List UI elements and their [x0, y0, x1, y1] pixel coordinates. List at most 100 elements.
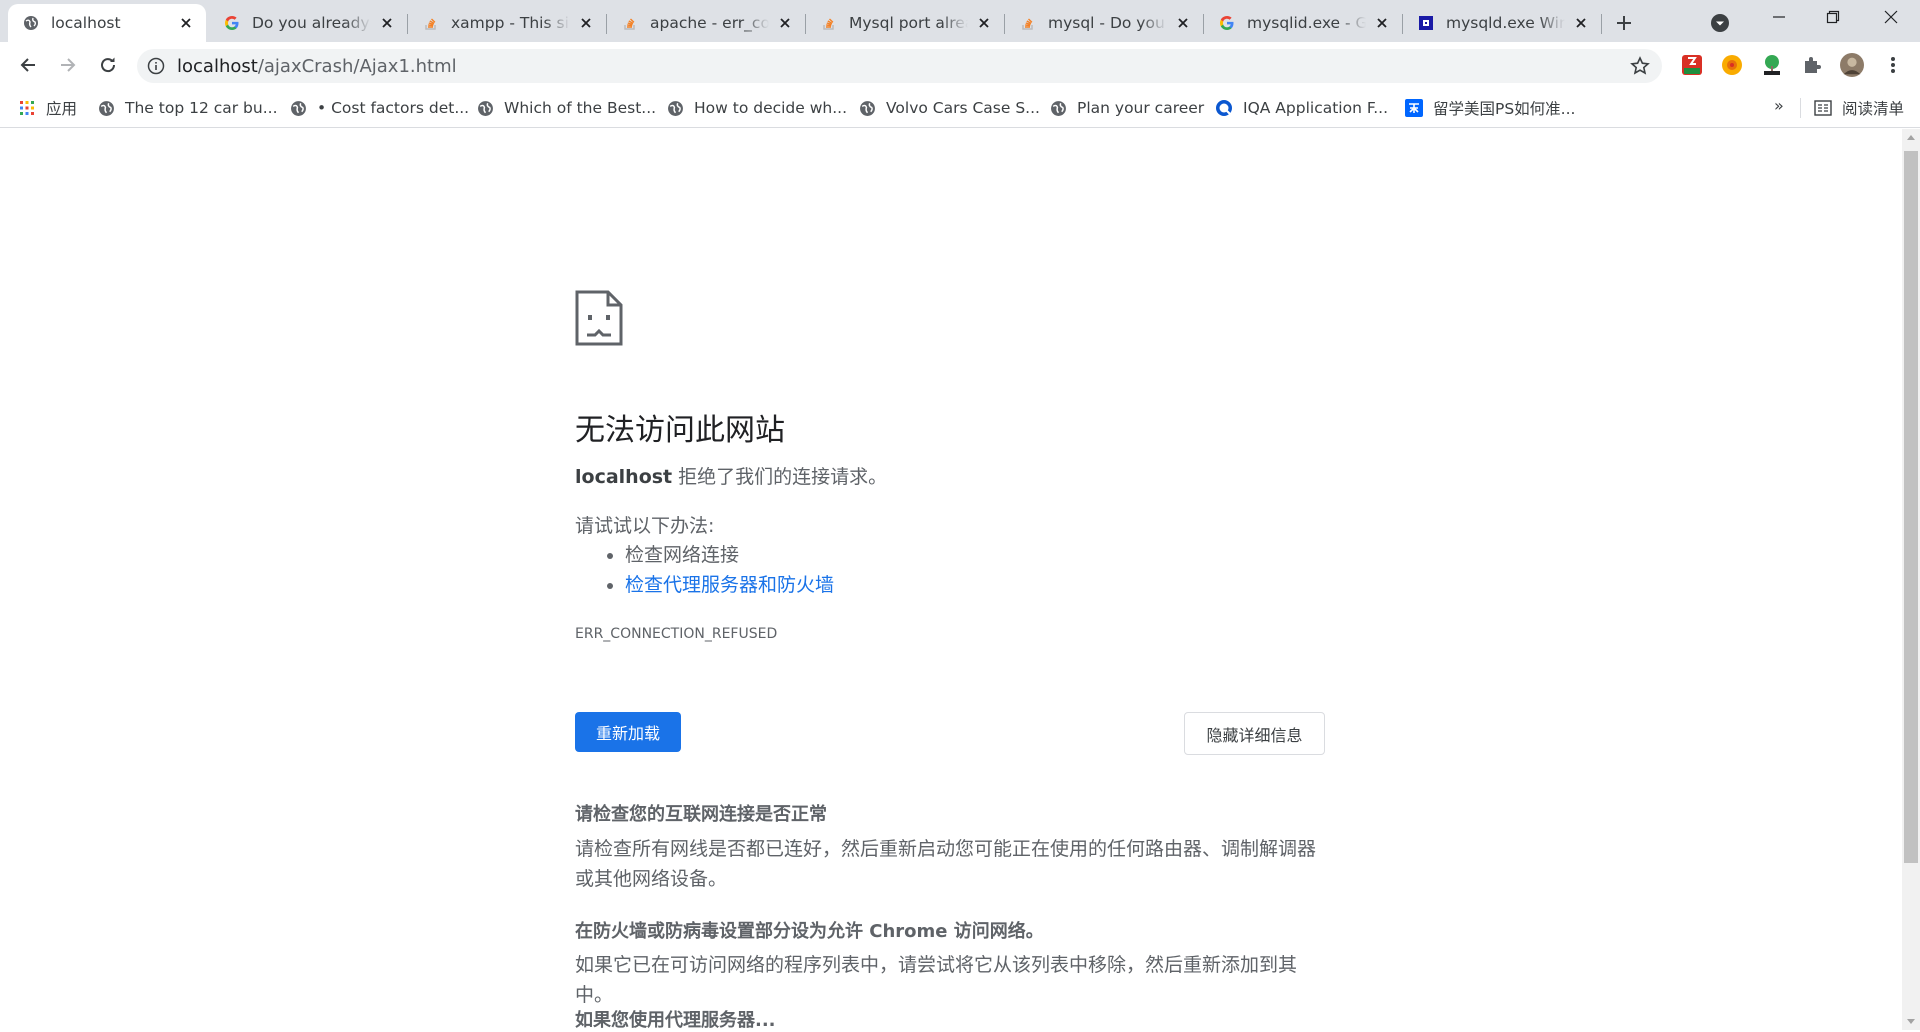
bookmark-item[interactable]: How to decide wh...: [666, 96, 847, 120]
reload-button[interactable]: [92, 49, 124, 81]
tab-mysql-port[interactable]: Mysql port already: [806, 4, 1004, 42]
new-tab-button[interactable]: [1610, 9, 1638, 37]
globe-icon: [97, 99, 115, 117]
bookmark-item[interactable]: • Cost factors det...: [289, 96, 469, 120]
bookmarks-bar: 应用 The top 12 car bu... • Cost factors d…: [0, 88, 1920, 128]
star-icon[interactable]: [1630, 56, 1650, 76]
close-icon[interactable]: [176, 13, 196, 33]
globe-icon: [1049, 99, 1067, 117]
globe-icon: [666, 99, 684, 117]
suggestion-check-proxy-link[interactable]: 检查代理服务器和防火墙: [625, 570, 834, 600]
tab-title: Mysql port already: [849, 14, 968, 32]
bookmark-item[interactable]: IQA Application F...: [1215, 96, 1388, 120]
bookmark-item[interactable]: Plan your career: [1049, 96, 1204, 120]
suggestions-heading: 请试试以下办法:: [575, 515, 715, 537]
tab-localhost[interactable]: localhost: [8, 4, 206, 42]
bookmark-item[interactable]: Volvo Cars Case S...: [858, 96, 1040, 120]
arrow-left-icon: [20, 58, 35, 72]
tab-title: mysqlid.exe - Google: [1247, 14, 1366, 32]
bookmark-label: How to decide wh...: [694, 99, 848, 117]
extension-tree-icon[interactable]: [1760, 53, 1784, 77]
extension-orange-icon[interactable]: [1720, 53, 1744, 77]
tab-xampp[interactable]: xampp - This site: [408, 4, 606, 42]
avatar[interactable]: [1840, 53, 1864, 77]
bookmark-label: Which of the Best...: [504, 99, 657, 117]
reading-list-button[interactable]: 阅读清单: [1814, 96, 1904, 120]
minimize-icon: [1773, 16, 1785, 18]
tab-mysqlid-google[interactable]: mysqlid.exe - Google: [1204, 4, 1402, 42]
restore-button[interactable]: [1806, 0, 1860, 34]
toolbar: localhost/ajaxCrash/Ajax1.html: [0, 42, 1920, 88]
tab-title: localhost: [51, 14, 121, 32]
close-icon[interactable]: [1372, 13, 1392, 33]
url-path: /ajaxCrash/Ajax1.html: [257, 56, 457, 77]
forward-button[interactable]: [52, 49, 84, 81]
chevron-down-icon: [1711, 14, 1729, 32]
bookmark-label: • Cost factors det...: [317, 99, 470, 117]
error-title: 无法访问此网站: [575, 413, 785, 448]
bookmark-item[interactable]: The top 12 car bu...: [97, 96, 278, 120]
bookmark-item[interactable]: 留学美国PS如何准...: [1405, 96, 1575, 120]
bookmark-apps[interactable]: 应用: [18, 96, 77, 120]
tab-title: Do you already know: [252, 14, 371, 32]
error-code: ERR_CONNECTION_REFUSED: [575, 626, 778, 642]
stackoverflow-icon: [621, 14, 639, 32]
tab-title: xampp - This site: [451, 14, 570, 32]
tab-do-you-already[interactable]: Do you already know: [209, 4, 407, 42]
bookmark-item[interactable]: Which of the Best...: [476, 96, 656, 120]
back-button[interactable]: [12, 49, 44, 81]
bookmark-label: Volvo Cars Case S...: [886, 99, 1040, 117]
url-text: localhost/ajaxCrash/Ajax1.html: [177, 56, 457, 77]
tab-search-button[interactable]: [1706, 9, 1734, 37]
close-icon[interactable]: [1571, 13, 1591, 33]
globe-icon: [476, 99, 494, 117]
site-icon: [1417, 14, 1435, 32]
restore-icon: [1826, 10, 1840, 24]
suggestions-list: 检查网络连接 检查代理服务器和防火墙: [625, 540, 834, 600]
tab-mysqld-windows[interactable]: mysqld.exe Windows: [1403, 4, 1601, 42]
detail-body: 如果它已在可访问网络的程序列表中，请尝试将它从该列表中移除，然后重新添加到其中。: [575, 954, 1298, 1006]
tab-strip: localhost Do you already know xampp - Th…: [0, 0, 1920, 42]
scroll-down-arrow[interactable]: [1907, 1019, 1915, 1024]
url-host: localhost: [177, 56, 258, 77]
bookmark-label: 留学美国PS如何准...: [1433, 100, 1576, 118]
tab-title: mysqld.exe Windows: [1446, 14, 1565, 32]
iqa-icon: [1215, 99, 1233, 117]
bookmarks-overflow-button[interactable]: »: [1774, 96, 1784, 115]
plus-icon: [1617, 16, 1631, 30]
puzzle-icon[interactable]: [1800, 53, 1824, 77]
tab-apache[interactable]: apache - err_connection: [607, 4, 805, 42]
bookmark-label: IQA Application F...: [1243, 99, 1389, 117]
scroll-thumb[interactable]: [1904, 151, 1918, 863]
reading-list-icon: [1814, 99, 1832, 117]
scroll-up-arrow[interactable]: [1907, 135, 1915, 140]
stackoverflow-icon: [1019, 14, 1037, 32]
arrow-right-icon: [61, 58, 76, 72]
tab-title: mysql - Do you: [1048, 14, 1165, 32]
info-icon[interactable]: [147, 57, 165, 75]
close-icon[interactable]: [1173, 13, 1193, 33]
error-message: 拒绝了我们的连接请求。: [672, 466, 888, 488]
page-scrollbar[interactable]: [1902, 129, 1920, 1030]
extension-red-icon[interactable]: [1680, 53, 1704, 77]
globe-icon: [22, 14, 40, 32]
google-icon: [223, 14, 241, 32]
detail-body: 请检查所有网线是否都已连好，然后重新启动您可能正在使用的任何路由器、调制解调器或…: [575, 838, 1317, 890]
detail-heading: 如果您使用代理服务器...: [575, 1010, 776, 1031]
close-icon[interactable]: [775, 13, 795, 33]
close-icon[interactable]: [974, 13, 994, 33]
reload-page-button[interactable]: 重新加载: [575, 712, 681, 752]
reading-list-label: 阅读清单: [1842, 100, 1905, 118]
tab-mysql-do-you[interactable]: mysql - Do you: [1005, 4, 1203, 42]
close-icon[interactable]: [576, 13, 596, 33]
detail-heading: 请检查您的互联网连接是否正常: [575, 804, 827, 825]
close-icon[interactable]: [377, 13, 397, 33]
bookmark-label: Plan your career: [1077, 99, 1205, 117]
window-close-button[interactable]: [1864, 0, 1918, 34]
tab-title: apache - err_connection: [650, 14, 769, 32]
minimize-button[interactable]: [1752, 0, 1806, 34]
menu-button[interactable]: [1881, 53, 1905, 77]
google-icon: [1218, 14, 1236, 32]
hide-details-button[interactable]: 隐藏详细信息: [1184, 712, 1325, 755]
address-bar[interactable]: localhost/ajaxCrash/Ajax1.html: [137, 49, 1662, 83]
